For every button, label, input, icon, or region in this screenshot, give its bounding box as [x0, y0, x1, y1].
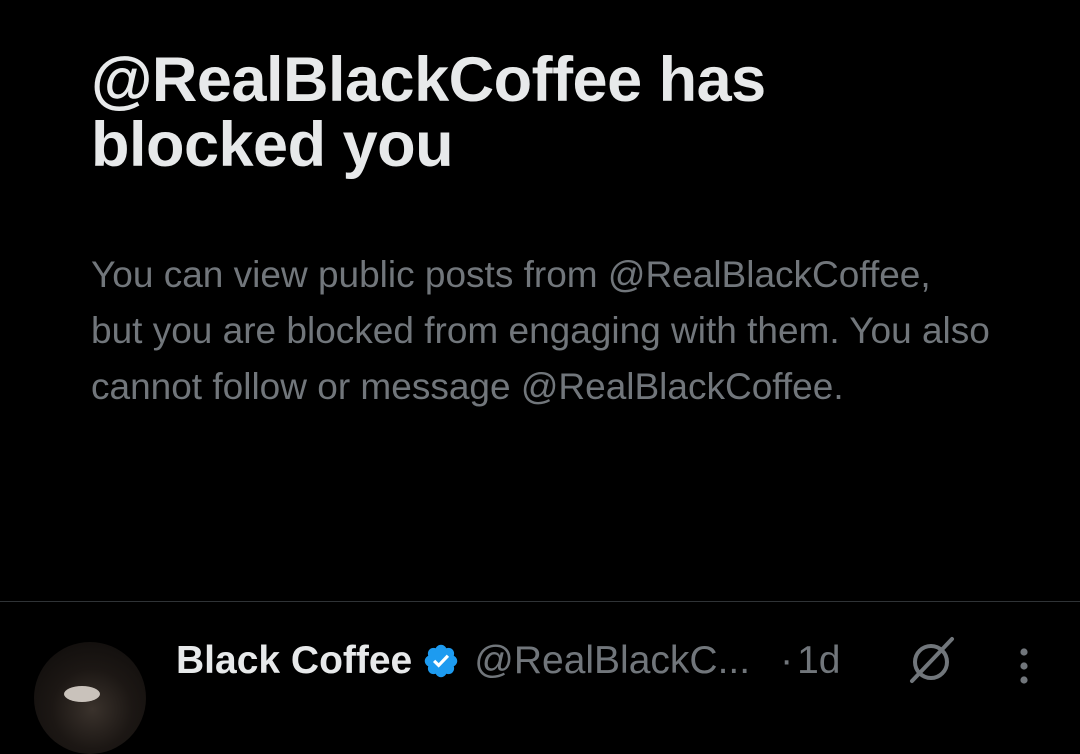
avatar[interactable] — [34, 642, 146, 754]
slashed-circle-icon[interactable] — [904, 634, 958, 688]
blocked-description: You can view public posts from @RealBlac… — [91, 254, 990, 407]
blocked-notice: @RealBlackCoffee has blocked you You can… — [91, 45, 1011, 408]
separator-dot: · — [780, 639, 794, 682]
verified-badge-icon — [425, 644, 458, 678]
avatar-highlight — [64, 686, 100, 702]
more-vertical-icon[interactable] — [1006, 642, 1042, 692]
post-row[interactable]: Black Coffee @RealBlackC... · 1d — [0, 602, 1080, 754]
blocked-title: @RealBlackCoffee has blocked you — [91, 45, 766, 180]
display-name[interactable]: Black Coffee — [176, 634, 412, 688]
timestamp[interactable]: 1d — [797, 634, 840, 688]
handle[interactable]: @RealBlackC... — [474, 634, 750, 688]
post-header: Black Coffee @RealBlackC... · 1d — [176, 634, 840, 688]
